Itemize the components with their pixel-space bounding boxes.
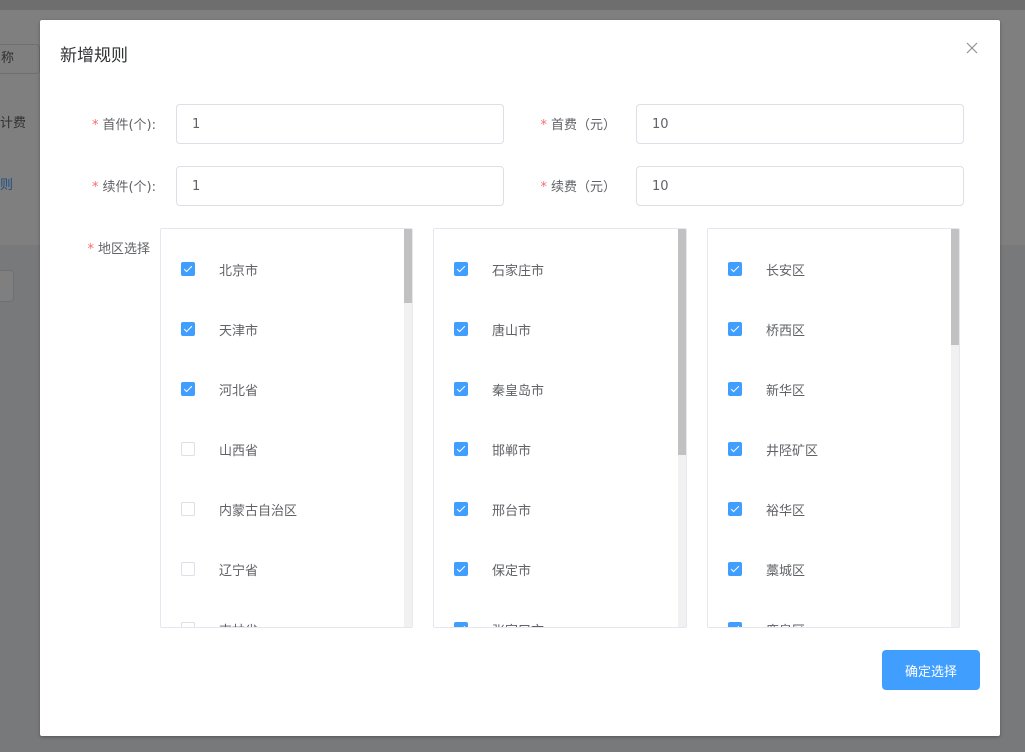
checkbox[interactable]: [181, 502, 195, 516]
list-item[interactable]: 藁城区: [708, 539, 948, 599]
checkbox[interactable]: [181, 622, 195, 627]
list-item[interactable]: 秦皇岛市: [434, 359, 674, 419]
list-item[interactable]: 张家口市: [434, 599, 674, 628]
district-list[interactable]: 长安区桥西区新华区井陉矿区裕华区藁城区鹿泉区: [707, 228, 960, 628]
first-fee-input[interactable]: [636, 104, 964, 144]
checkbox[interactable]: [454, 382, 468, 396]
list-item[interactable]: 保定市: [434, 539, 674, 599]
list-item-label: 辽宁省: [219, 563, 259, 579]
checkbox[interactable]: [181, 382, 195, 396]
list-item[interactable]: 新华区: [708, 359, 948, 419]
checkbox[interactable]: [728, 262, 742, 276]
list-item-label: 藁城区: [766, 563, 806, 579]
checkbox[interactable]: [454, 622, 468, 627]
first-item-label: * 首件(个):: [91, 118, 156, 133]
required-mark: *: [87, 242, 94, 257]
checkbox[interactable]: [728, 622, 742, 627]
list-item-label: 秦皇岛市: [492, 383, 545, 399]
add-rule-dialog: 新增规则 *首件(个): *首费（元） *续件(个): *续费（元） *地区选择…: [40, 20, 1000, 736]
first-fee-label: * 首费（元）: [540, 118, 616, 133]
city-scroll-thumb[interactable]: [678, 229, 686, 455]
list-item-label: 保定市: [492, 563, 532, 579]
required-mark: *: [540, 180, 547, 195]
list-item[interactable]: 天津市: [161, 299, 401, 359]
checkbox[interactable]: [728, 442, 742, 456]
checkbox[interactable]: [728, 322, 742, 336]
list-item[interactable]: 山西省: [161, 419, 401, 479]
next-item-input[interactable]: [176, 166, 504, 206]
city-scrollbar[interactable]: [678, 229, 686, 627]
checkbox[interactable]: [181, 322, 195, 336]
next-fee-input[interactable]: [636, 166, 964, 206]
checkbox[interactable]: [454, 322, 468, 336]
list-item-label: 张家口市: [492, 620, 544, 628]
checkbox[interactable]: [454, 262, 468, 276]
checkbox[interactable]: [728, 382, 742, 396]
list-item-label: 井陉矿区: [766, 443, 819, 459]
checkbox[interactable]: [181, 562, 195, 576]
list-item[interactable]: 桥西区: [708, 299, 948, 359]
list-item-label: 唐山市: [492, 323, 532, 339]
list-item[interactable]: 鹿泉区: [708, 599, 948, 628]
list-item[interactable]: 内蒙古自治区: [161, 479, 401, 539]
list-item[interactable]: 邢台市: [434, 479, 674, 539]
required-mark: *: [540, 118, 547, 133]
province-scroll-thumb[interactable]: [404, 229, 412, 303]
list-item-label: 河北省: [219, 383, 259, 399]
province-list[interactable]: 北京市天津市河北省山西省内蒙古自治区辽宁省吉林省: [160, 228, 413, 628]
list-item-label: 鹿泉区: [766, 620, 805, 628]
confirm-selection-button[interactable]: 确定选择: [882, 650, 980, 690]
dialog-title: 新增规则: [60, 46, 128, 66]
checkbox[interactable]: [454, 562, 468, 576]
list-item[interactable]: 长安区: [708, 239, 948, 299]
checkbox[interactable]: [181, 262, 195, 276]
list-item-label: 内蒙古自治区: [219, 503, 298, 519]
checkbox[interactable]: [181, 442, 195, 456]
list-item-label: 裕华区: [766, 503, 806, 519]
list-item-label: 长安区: [766, 263, 806, 279]
list-item[interactable]: 河北省: [161, 359, 401, 419]
checkbox[interactable]: [728, 502, 742, 516]
district-scrollbar[interactable]: [951, 229, 959, 627]
list-item[interactable]: 吉林省: [161, 599, 401, 628]
list-item[interactable]: 辽宁省: [161, 539, 401, 599]
checkbox[interactable]: [728, 562, 742, 576]
list-item[interactable]: 北京市: [161, 239, 401, 299]
city-list[interactable]: 石家庄市唐山市秦皇岛市邯郸市邢台市保定市张家口市: [433, 228, 687, 628]
close-icon[interactable]: [964, 40, 980, 56]
region-label: * 地区选择: [87, 242, 150, 257]
next-fee-label: * 续费（元）: [540, 180, 616, 195]
list-item[interactable]: 裕华区: [708, 479, 948, 539]
first-item-input[interactable]: [176, 104, 504, 144]
list-item[interactable]: 井陉矿区: [708, 419, 948, 479]
list-item-label: 吉林省: [219, 620, 258, 628]
list-item-label: 山西省: [219, 443, 259, 459]
checkbox[interactable]: [454, 442, 468, 456]
list-item-label: 新华区: [766, 383, 806, 399]
next-item-label: * 续件(个):: [91, 180, 156, 195]
list-item[interactable]: 唐山市: [434, 299, 674, 359]
checkbox[interactable]: [454, 502, 468, 516]
list-item-label: 北京市: [219, 263, 259, 279]
list-item-label: 石家庄市: [492, 263, 545, 279]
required-mark: *: [91, 180, 99, 195]
province-scrollbar[interactable]: [404, 229, 412, 627]
list-item[interactable]: 石家庄市: [434, 239, 674, 299]
list-item-label: 桥西区: [766, 323, 806, 339]
list-item[interactable]: 邯郸市: [434, 419, 674, 479]
list-item-label: 邢台市: [492, 503, 532, 519]
list-item-label: 天津市: [219, 323, 259, 339]
required-mark: *: [91, 118, 99, 133]
district-scroll-thumb[interactable]: [951, 229, 959, 345]
list-item-label: 邯郸市: [492, 443, 532, 459]
